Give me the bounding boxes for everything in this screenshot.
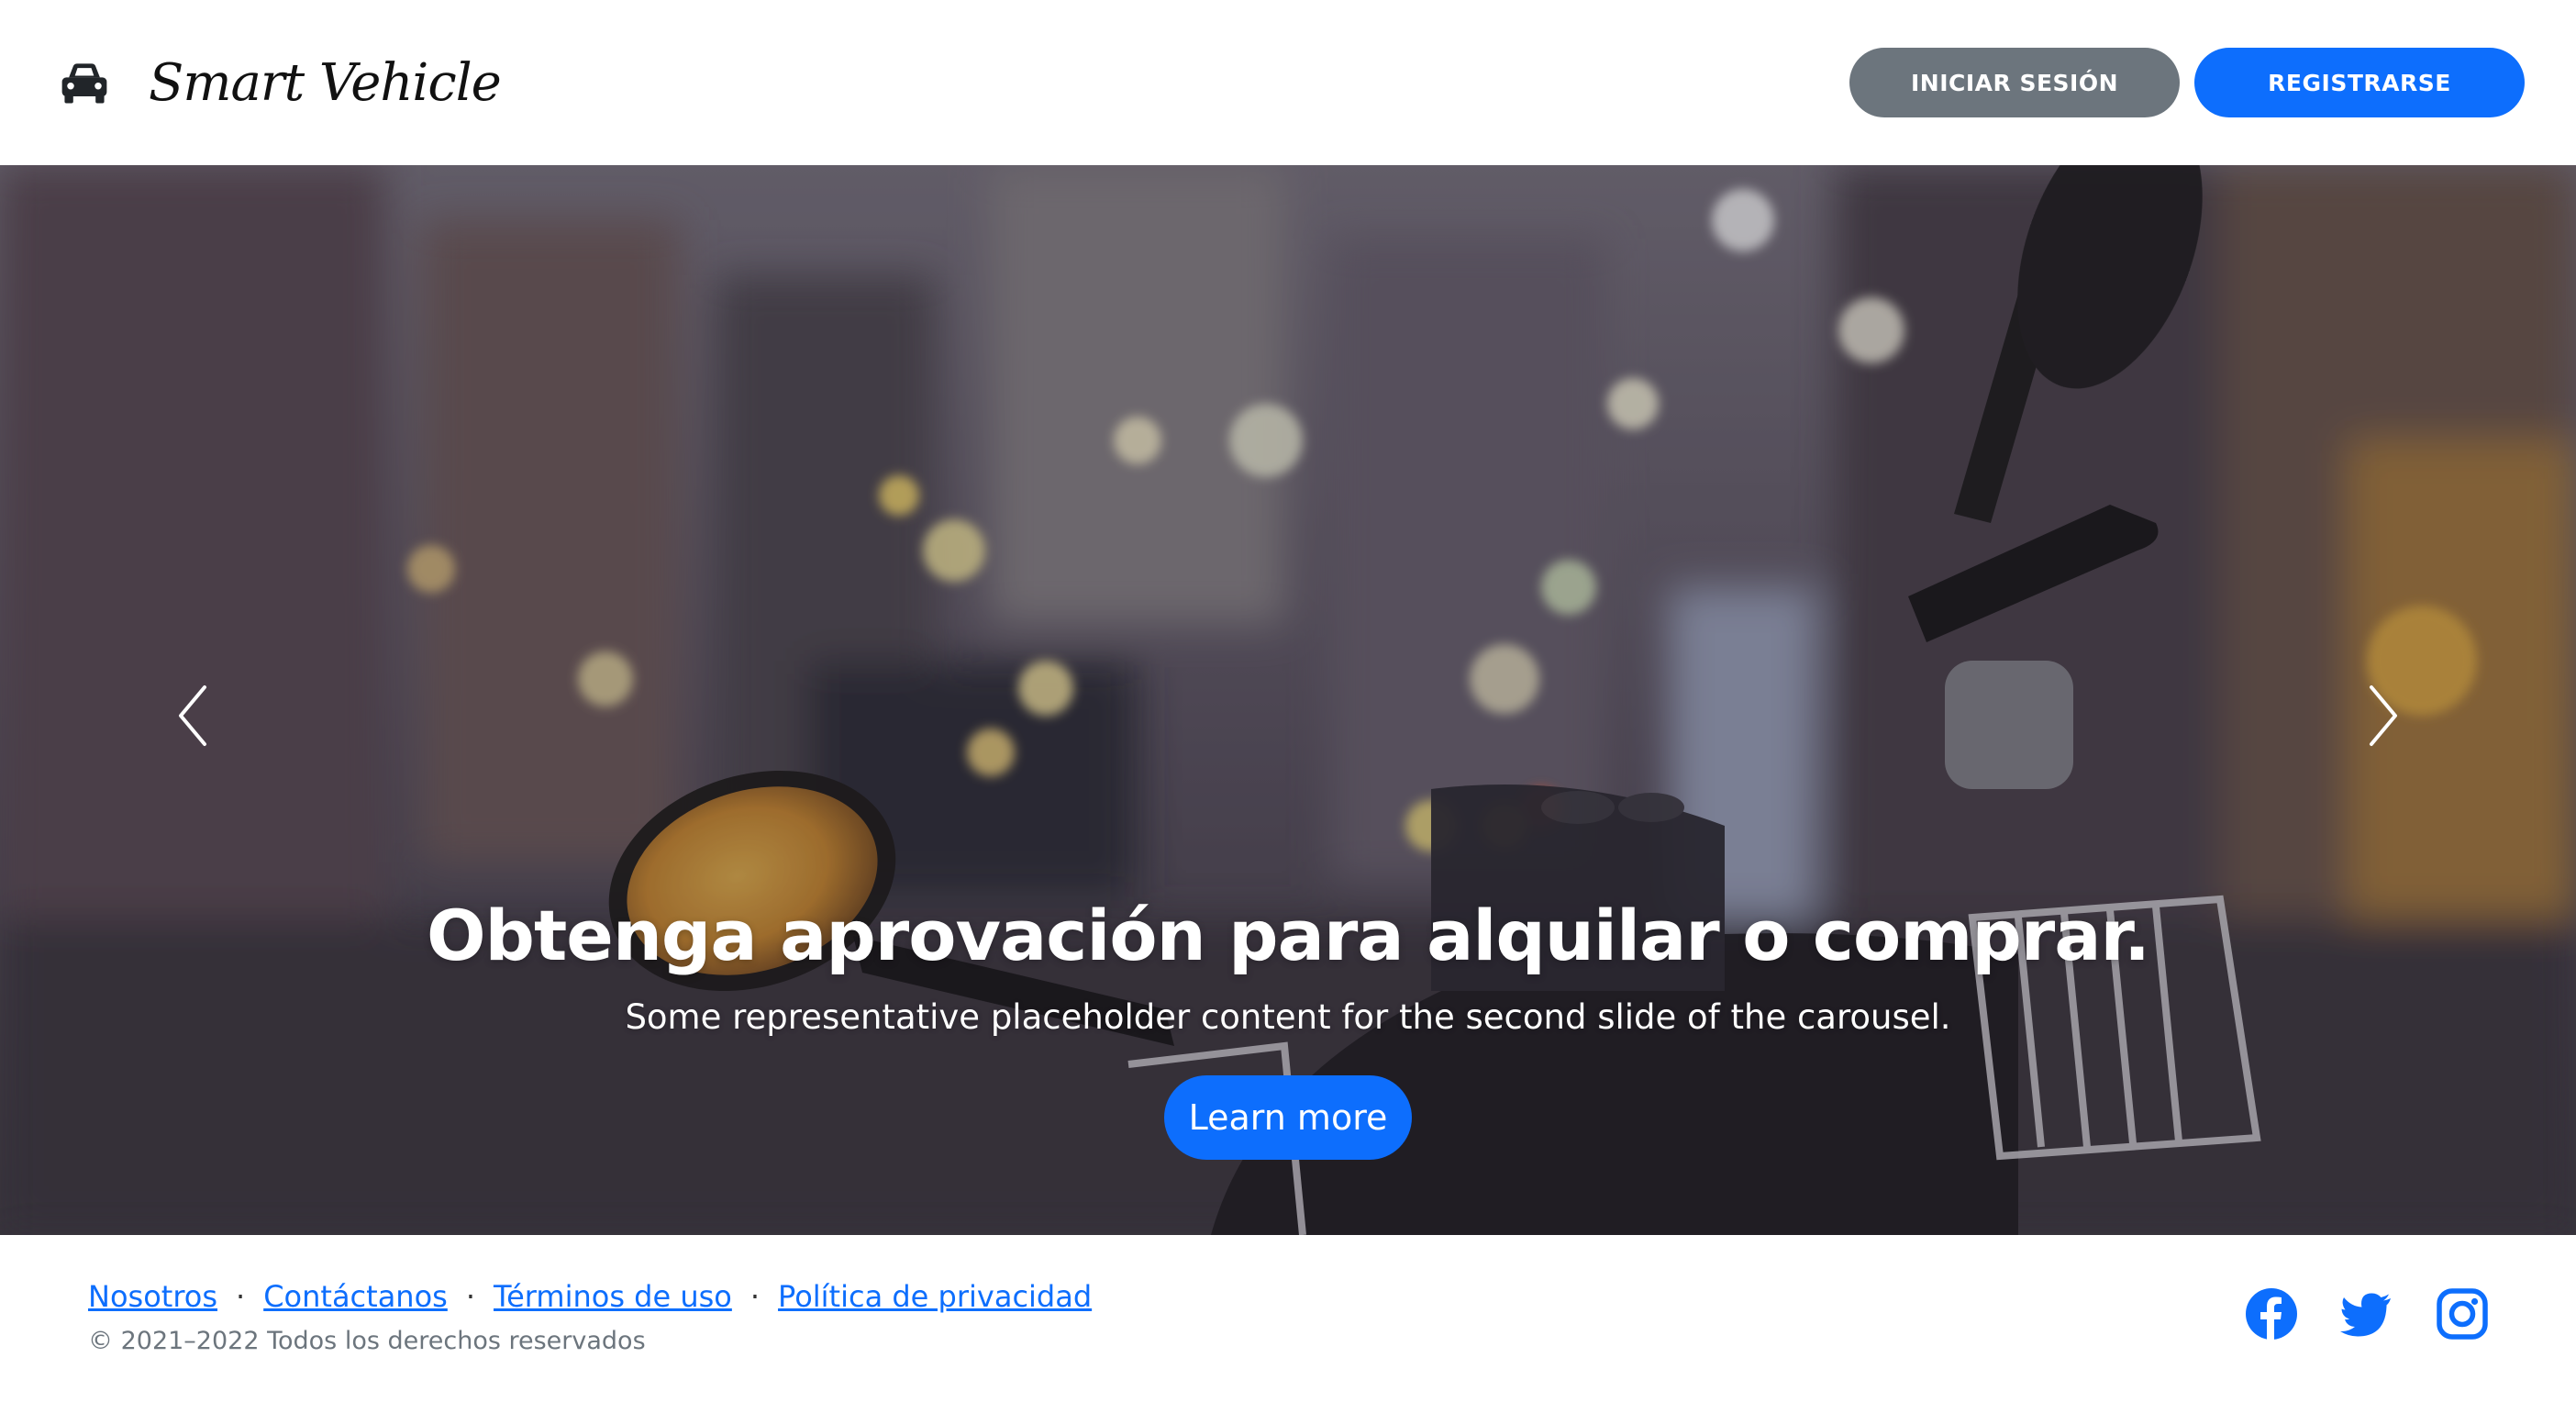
chevron-left-icon	[179, 685, 206, 746]
car-icon	[57, 55, 112, 110]
carousel-caption: Obtenga aprovación para alquilar o compr…	[0, 890, 2576, 1160]
navbar: Smart Vehicle INICIAR SESIÓN REGISTRARSE	[0, 0, 2576, 165]
footer-link-nosotros[interactable]: Nosotros	[88, 1279, 217, 1314]
carousel-prev-button[interactable]	[152, 642, 235, 789]
instagram-icon[interactable]	[2435, 1286, 2490, 1341]
copyright-text: © 2021–2022 Todos los derechos reservado…	[88, 1327, 646, 1355]
footer-separator: ·	[236, 1279, 246, 1314]
footer-separator: ·	[465, 1279, 475, 1314]
brand-link[interactable]: Smart Vehicle	[57, 37, 502, 128]
footer-link-terminos[interactable]: Términos de uso	[494, 1279, 732, 1314]
slide-text: Some representative placeholder content …	[625, 997, 1951, 1037]
footer-link-contactanos[interactable]: Contáctanos	[263, 1279, 448, 1314]
twitter-icon[interactable]	[2339, 1286, 2394, 1341]
carousel-next-button[interactable]	[2341, 642, 2424, 789]
register-button[interactable]: REGISTRARSE	[2194, 48, 2525, 117]
login-button[interactable]: INICIAR SESIÓN	[1849, 48, 2180, 117]
learn-more-button[interactable]: Learn more	[1164, 1075, 1412, 1160]
hero-carousel: Obtenga aprovación para alquilar o compr…	[0, 165, 2576, 1235]
slide-title: Obtenga aprovación para alquilar o compr…	[426, 895, 2150, 976]
footer-link-privacidad[interactable]: Política de privacidad	[778, 1279, 1092, 1314]
facebook-icon[interactable]	[2244, 1286, 2299, 1341]
footer: Nosotros · Contáctanos · Términos de uso…	[0, 1235, 2576, 1402]
brand-name: Smart Vehicle	[149, 52, 502, 113]
footer-links: Nosotros · Contáctanos · Términos de uso…	[88, 1279, 1092, 1314]
footer-separator: ·	[749, 1279, 761, 1314]
chevron-right-icon	[2370, 685, 2397, 746]
